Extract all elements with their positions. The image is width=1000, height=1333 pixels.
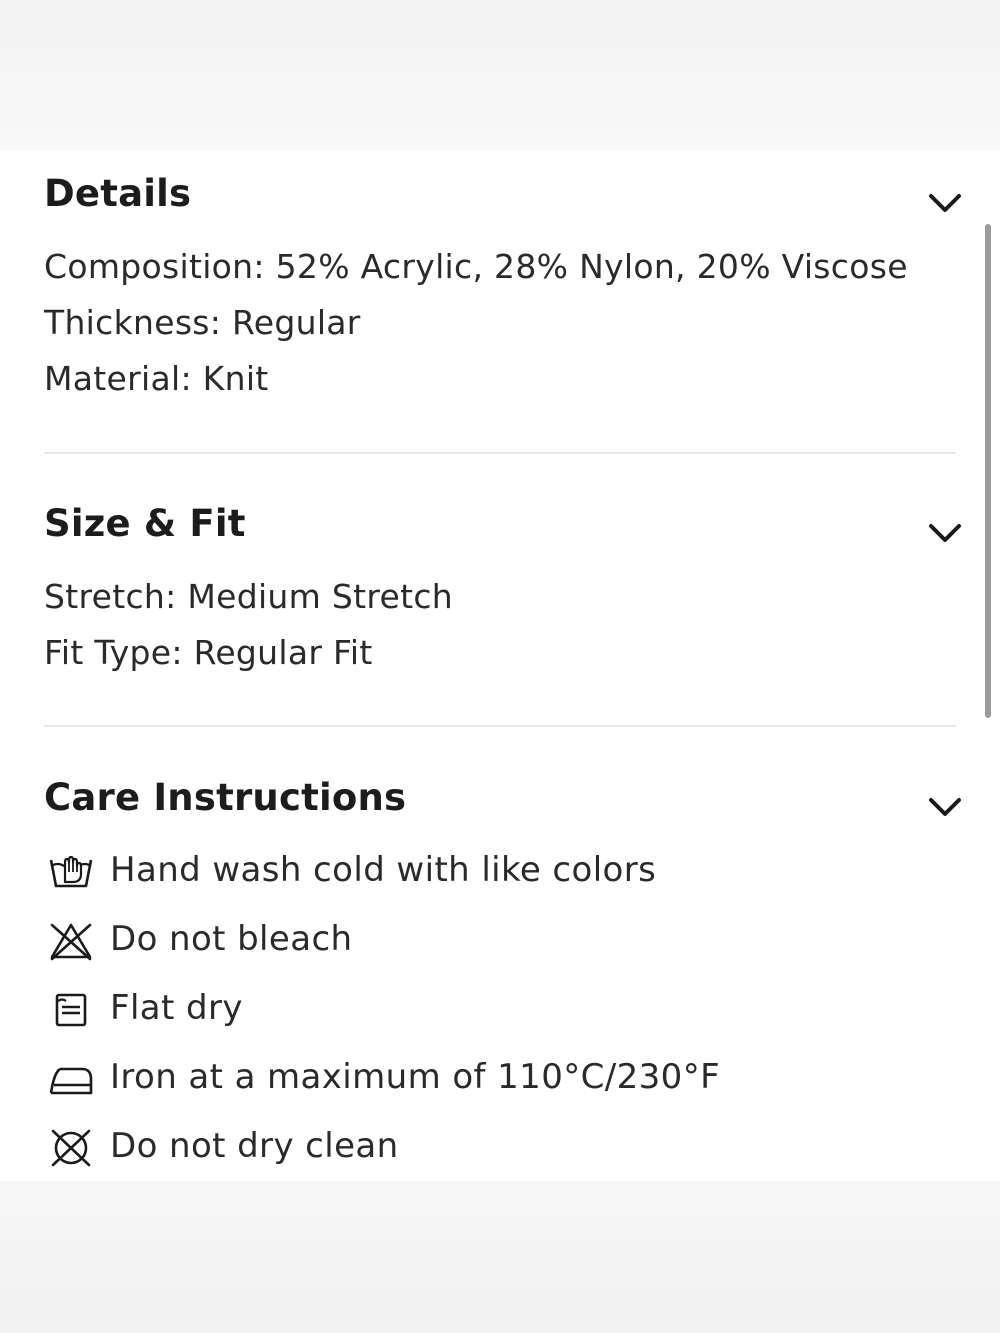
details-material: Material: Knit [44,359,269,398]
care-item-no-dry-clean: Do not dry clean [48,1126,948,1174]
chevron-down-icon[interactable] [928,796,962,818]
size-fit-title: Size & Fit [44,502,246,545]
chevron-down-icon[interactable] [928,192,962,214]
flat-dry-icon [55,993,87,1027]
care-item-hand-wash: Hand wash cold with like colors [48,850,948,898]
size-fit-section: Size & Fit Stretch: Medium Stretch Fit T… [44,480,961,720]
care-text-no-bleach: Do not bleach [110,919,353,959]
care-text-no-dry-clean: Do not dry clean [110,1126,399,1166]
scrollbar[interactable] [985,224,991,718]
product-info-panel: Details Composition: 52% Acrylic, 28% Ny… [0,150,1000,1181]
size-fit-stretch: Stretch: Medium Stretch [44,577,454,616]
care-text-iron: Iron at a maximum of 110°C/230°F [110,1057,721,1097]
do-not-dry-clean-icon [51,1129,91,1167]
top-backdrop [0,0,1000,150]
care-text-flat-dry: Flat dry [110,988,243,1028]
divider [44,725,956,727]
care-item-no-bleach: Do not bleach [48,919,948,967]
details-thickness: Thickness: Regular [44,303,361,342]
care-text-hand-wash: Hand wash cold with like colors [110,850,657,890]
bottom-backdrop [0,1181,1000,1333]
do-not-bleach-icon [50,923,92,961]
care-item-iron: Iron at a maximum of 110°C/230°F [48,1057,948,1105]
size-fit-fit-type: Fit Type: Regular Fit [44,633,373,672]
details-section: Details Composition: 52% Acrylic, 28% Ny… [44,150,961,450]
details-composition: Composition: 52% Acrylic, 28% Nylon, 20%… [44,247,908,286]
hand-wash-icon [49,855,93,888]
iron-icon [49,1067,93,1095]
divider [44,452,956,454]
chevron-down-icon[interactable] [928,522,962,544]
care-title: Care Instructions [44,776,407,819]
care-item-flat-dry: Flat dry [48,988,948,1036]
details-title: Details [44,172,192,215]
